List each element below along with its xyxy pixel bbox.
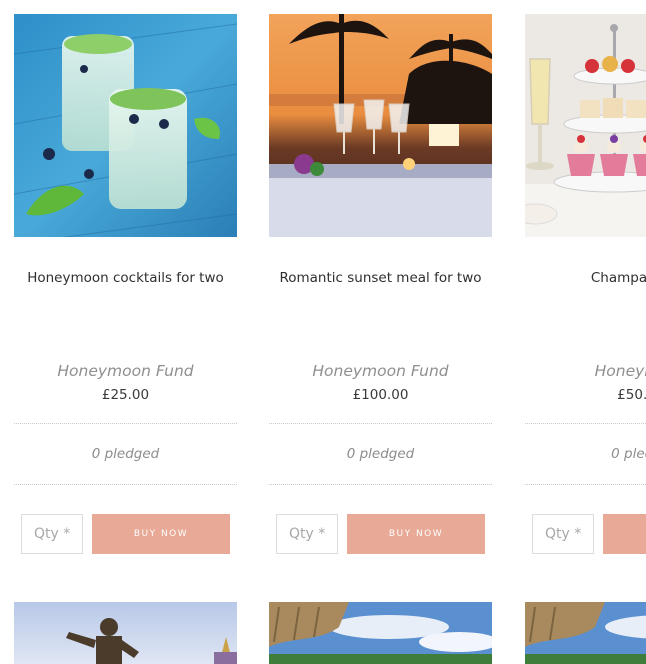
fund-name: Honeymoo: [594, 362, 646, 380]
purchase-actions: BUY NOW: [269, 514, 492, 554]
product-price: £100.00: [352, 387, 409, 403]
product-price: £25.00: [101, 387, 150, 403]
pledged-count: 0 pledged: [91, 446, 160, 462]
buy-now-button[interactable]: BUY NOW: [92, 514, 230, 554]
pledged-count: 0 pledg: [611, 446, 646, 462]
divider: [525, 484, 646, 485]
pledged-count: 0 pledged: [346, 446, 415, 462]
beach-hut-photo-2[interactable]: [525, 602, 646, 664]
product-title[interactable]: Romantic sunset meal for two: [269, 270, 492, 350]
purchase-actions: B: [525, 514, 646, 554]
afternoon-tea-photo[interactable]: [525, 14, 646, 237]
quantity-input[interactable]: [21, 514, 83, 554]
fund-name: Honeymoon Fund: [57, 362, 194, 380]
gift-product-grid: Honeymoon cocktails for two Honeymoon Fu…: [0, 0, 646, 664]
product-title[interactable]: Champagne t: [525, 270, 646, 350]
cocktails-photo[interactable]: [14, 14, 237, 237]
buy-now-button[interactable]: BUY NOW: [347, 514, 485, 554]
buy-now-button[interactable]: B: [603, 514, 646, 554]
quantity-input[interactable]: [532, 514, 594, 554]
quantity-input[interactable]: [276, 514, 338, 554]
purchase-actions: BUY NOW: [14, 514, 237, 554]
product-price: £50.0: [617, 387, 646, 403]
product-card: Honeymoon cocktails for two Honeymoon Fu…: [14, 14, 237, 554]
beach-hut-photo[interactable]: [269, 602, 492, 664]
divider: [269, 484, 492, 485]
product-title[interactable]: Honeymoon cocktails for two: [14, 270, 237, 350]
product-card: Champagne t Honeymoo £50.0 0 pledg B: [525, 14, 646, 554]
statue-photo[interactable]: [14, 602, 237, 664]
fund-name: Honeymoon Fund: [312, 362, 449, 380]
sunset-dinner-photo[interactable]: [269, 14, 492, 237]
product-card: Romantic sunset meal for two Honeymoon F…: [269, 14, 492, 554]
divider: [14, 484, 237, 485]
